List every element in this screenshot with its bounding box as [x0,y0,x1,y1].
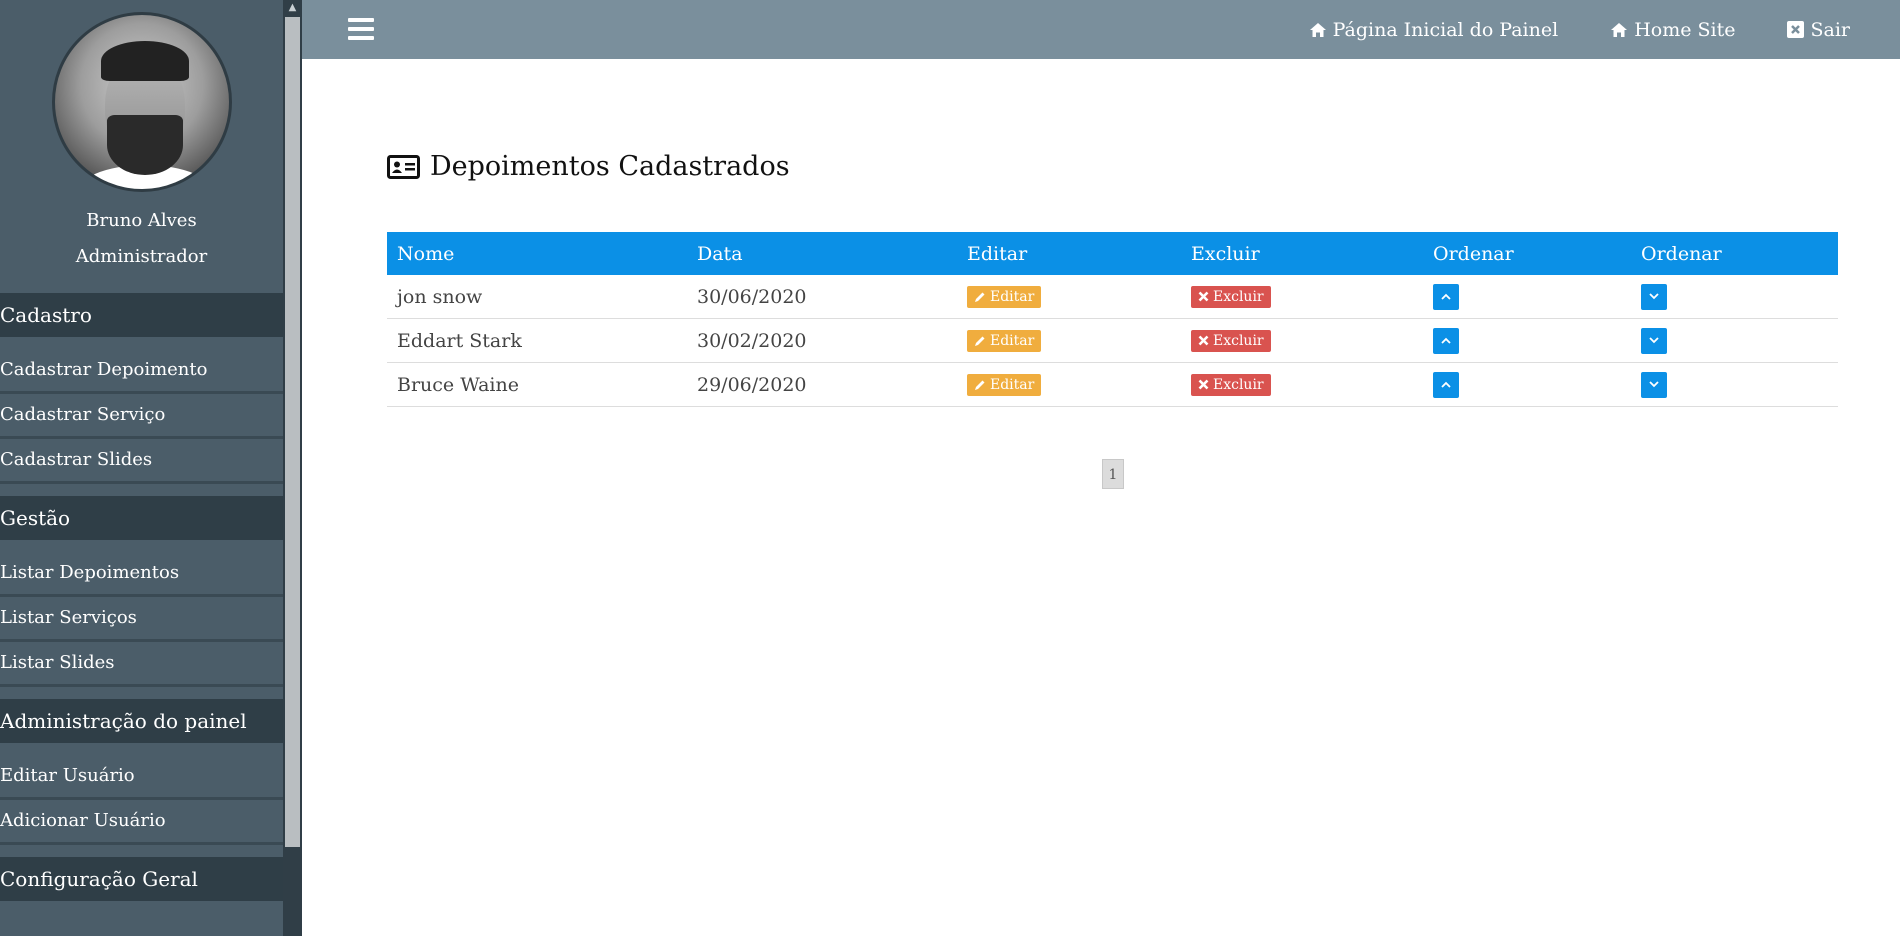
chevron-down-icon [1649,381,1659,388]
section-gestao: Gestão [0,496,283,540]
sidebar-item-listar-depoimentos[interactable]: Listar Depoimentos [0,552,283,597]
times-icon [1198,335,1209,346]
times-icon [1198,291,1209,302]
pagination-page-button[interactable]: 1 [1102,459,1124,489]
times-icon [1198,379,1209,390]
section-administracao: Administração do painel [0,699,283,743]
order-up-button[interactable] [1433,283,1459,310]
scrollbar-thumb[interactable] [285,17,300,847]
close-box-icon [1787,21,1805,38]
delete-button[interactable]: Excluir [1191,285,1271,308]
top-navbar: Página Inicial do Painel Home Site Sair [302,0,1900,59]
cell-name: Eddart Stark [387,318,687,363]
col-editar: Editar [957,232,1181,275]
chevron-down-icon [1649,293,1659,300]
pencil-icon [975,292,985,302]
edit-button-label: Editar [990,376,1035,393]
sidebar-item-listar-servicos[interactable]: Listar Serviços [0,597,283,642]
table-row: Eddart Stark 30/02/2020 Editar Excluir [387,318,1838,363]
sidebar-item-editar-usuario[interactable]: Editar Usuário [0,755,283,800]
page-title-text: Depoimentos Cadastrados [430,151,790,182]
sidebar: Bruno Alves Administrador Cadastro Cadas… [0,0,283,936]
profile: Bruno Alves Administrador [0,0,283,267]
link-sair[interactable]: Sair [1787,19,1850,41]
chevron-down-icon [1649,337,1659,344]
id-card-icon [387,154,420,179]
pencil-icon [975,380,985,390]
delete-button-label: Excluir [1213,288,1264,305]
col-excluir: Excluir [1181,232,1423,275]
col-ordenar-down: Ordenar [1631,232,1838,275]
edit-button-label: Editar [990,288,1035,305]
home-icon [1611,22,1628,37]
section-cadastro: Cadastro [0,293,283,337]
col-nome: Nome [387,232,687,275]
avatar [51,12,232,192]
table-header-row: Nome Data Editar Excluir Ordenar Ordenar [387,232,1838,275]
link-home-site-label: Home Site [1634,18,1736,41]
depoimentos-table: Nome Data Editar Excluir Ordenar Ordenar… [387,232,1838,407]
main-content: Depoimentos Cadastrados Nome Data Editar… [302,59,1900,936]
order-down-button[interactable] [1641,283,1667,310]
col-ordenar-up: Ordenar [1423,232,1631,275]
home-icon [1309,22,1326,37]
cell-date: 30/06/2020 [687,275,957,319]
order-up-button[interactable] [1433,327,1459,354]
link-painel-home[interactable]: Página Inicial do Painel [1309,18,1559,41]
table-row: jon snow 30/06/2020 Editar Excluir [387,275,1838,319]
delete-button[interactable]: Excluir [1191,329,1271,352]
menu-toggle-icon[interactable] [348,18,374,40]
cell-name: jon snow [387,275,687,319]
sidebar-item-cadastrar-servico[interactable]: Cadastrar Serviço [0,394,283,439]
sidebar-item-adicionar-usuario[interactable]: Adicionar Usuário [0,800,283,845]
chevron-up-icon [1441,337,1451,344]
edit-button[interactable]: Editar [967,329,1042,352]
sidebar-item-listar-slides[interactable]: Listar Slides [0,642,283,687]
cell-name: Bruce Waine [387,362,687,407]
pencil-icon [975,336,985,346]
edit-button-label: Editar [990,332,1035,349]
delete-button-label: Excluir [1213,376,1264,393]
link-painel-home-label: Página Inicial do Painel [1332,18,1559,41]
section-configuracao-geral: Configuração Geral [0,857,283,901]
col-data: Data [687,232,957,275]
sidebar-item-cadastrar-depoimento[interactable]: Cadastrar Depoimento [0,349,283,394]
order-down-button[interactable] [1641,371,1667,398]
cell-date: 29/06/2020 [687,362,957,407]
order-down-button[interactable] [1641,327,1667,354]
link-home-site[interactable]: Home Site [1610,19,1735,41]
sidebar-item-cadastrar-slides[interactable]: Cadastrar Slides [0,439,283,484]
sidebar-scrollbar[interactable]: ▲ [283,0,302,936]
scroll-up-arrow-icon[interactable]: ▲ [286,0,299,16]
order-up-button[interactable] [1433,371,1459,398]
top-nav-links: Página Inicial do Painel Home Site Sair [1309,0,1850,59]
user-name: Bruno Alves [86,210,197,231]
delete-button-label: Excluir [1213,332,1264,349]
edit-button[interactable]: Editar [967,285,1042,308]
link-sair-label: Sair [1810,18,1850,41]
cell-date: 30/02/2020 [687,318,957,363]
delete-button[interactable]: Excluir [1191,373,1271,396]
user-role: Administrador [75,246,208,267]
chevron-up-icon [1441,293,1451,300]
edit-button[interactable]: Editar [967,373,1042,396]
chevron-up-icon [1441,381,1451,388]
page-title: Depoimentos Cadastrados [387,151,790,182]
table-row: Bruce Waine 29/06/2020 Editar Excluir [387,362,1838,407]
